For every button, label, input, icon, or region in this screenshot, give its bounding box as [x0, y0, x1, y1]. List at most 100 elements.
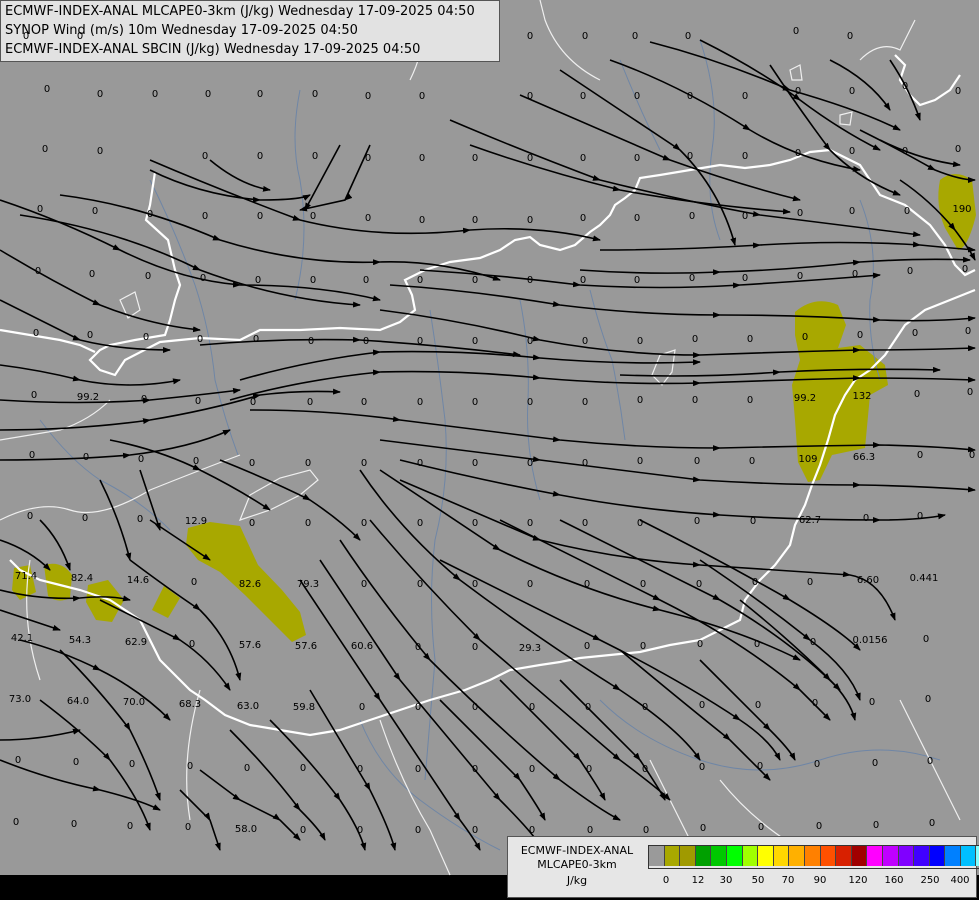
grid-value-label: 0 [792, 26, 800, 37]
grid-value-label: 0 [199, 273, 207, 284]
grid-value-label: 0 [968, 450, 976, 461]
grid-value-label: 0 [856, 330, 864, 341]
grid-value-label: 0 [961, 264, 969, 275]
grid-value-label: 0 [641, 702, 649, 713]
grid-value-label: 79.3 [296, 579, 320, 590]
grid-value-label: 0 [364, 91, 372, 102]
legend-tick-labels: 0 12 30 50 70 90 120 160 250 400 [648, 875, 978, 889]
grid-value-label: 0 [137, 454, 145, 465]
legend-tick: 90 [813, 875, 827, 886]
grid-value-label: 82.6 [238, 579, 262, 590]
grid-value-label: 0 [801, 332, 809, 343]
header-sbcin-line: ECMWF-INDEX-ANAL SBCIN (J/kg) Wednesday … [5, 42, 421, 57]
grid-value-label: 0 [916, 511, 924, 522]
grid-value-label: 0 [256, 89, 264, 100]
grid-value-label: 0.441 [909, 573, 939, 584]
grid-value-label: 0 [526, 153, 534, 164]
grid-value-label: 0 [28, 450, 36, 461]
grid-value-label: 0 [851, 269, 859, 280]
grid-value-label: 0 [307, 336, 315, 347]
grid-value-label: 0 [201, 151, 209, 162]
grid-value-label: 0 [526, 91, 534, 102]
legend-swatch [836, 846, 852, 866]
grid-value-label: 71.4 [14, 571, 38, 582]
grid-value-label: 132 [852, 391, 872, 402]
grid-value-label: 0 [813, 759, 821, 770]
grid-value-label: 0 [418, 91, 426, 102]
grid-value-label: 0 [698, 762, 706, 773]
grid-value-label: 62.7 [798, 515, 822, 526]
grid-value-label: 0 [526, 215, 534, 226]
grid-value-label: 0 [364, 153, 372, 164]
legend-swatch [929, 846, 946, 866]
grid-value-label: 0 [585, 764, 593, 775]
grid-value-label: 0 [471, 702, 479, 713]
grid-value-label: 68.3 [178, 699, 202, 710]
grid-value-label: 0 [642, 825, 650, 836]
grid-value-label: 0 [748, 456, 756, 467]
grid-value-label: 14.6 [126, 575, 150, 586]
grid-value-label: 0 [416, 518, 424, 529]
grid-value-label: 0 [757, 822, 765, 833]
grid-value-label: 0 [299, 825, 307, 836]
grid-value-label: 0 [304, 458, 312, 469]
grid-value-label: 0 [356, 764, 364, 775]
grid-value-label: 0 [868, 697, 876, 708]
map-canvas [0, 0, 979, 900]
grid-value-label: 0 [96, 89, 104, 100]
grid-value-label: 0 [128, 759, 136, 770]
grid-value-label: 0 [309, 275, 317, 286]
grid-value-label: 0 [639, 641, 647, 652]
grid-value-label: 0 [749, 516, 757, 527]
grid-value-label: 0 [579, 153, 587, 164]
grid-value-label: 0 [82, 452, 90, 463]
grid-value-label: 0 [633, 91, 641, 102]
grid-value-label: 99.2 [76, 392, 100, 403]
legend-tick: 0 [662, 875, 670, 886]
grid-value-label: 0 [362, 275, 370, 286]
grid-value-label: 0 [583, 579, 591, 590]
grid-value-label: 0 [581, 336, 589, 347]
grid-value-label: 0 [254, 275, 262, 286]
grid-value-label: 0 [794, 86, 802, 97]
grid-value-label: 0 [871, 758, 879, 769]
grid-value-label: 62.9 [124, 637, 148, 648]
grid-value-label: 0 [192, 456, 200, 467]
legend-tick: 30 [719, 875, 733, 886]
grid-value-label: 0 [72, 757, 80, 768]
grid-value-label: 0 [691, 395, 699, 406]
grid-value-label: 0 [806, 577, 814, 588]
legend-tick: 70 [781, 875, 795, 886]
grid-value-label: 0 [579, 91, 587, 102]
grid-value-label: 57.6 [238, 640, 262, 651]
grid-value-label: 0 [811, 698, 819, 709]
grid-value-label: 190 [952, 204, 972, 215]
grid-value-label: 0 [249, 397, 257, 408]
grid-value-label: 0 [691, 334, 699, 345]
grid-value-label: 0 [916, 450, 924, 461]
grid-value-label: 0 [252, 334, 260, 345]
grid-value-label: 0 [928, 818, 936, 829]
grid-value-label: 0 [471, 275, 479, 286]
grid-value-label: 0 [924, 694, 932, 705]
grid-value-label: 58.0 [234, 824, 258, 835]
grid-value-label: 0 [686, 151, 694, 162]
grid-value-label: 0 [794, 148, 802, 159]
grid-value-label: 0 [41, 144, 49, 155]
grid-value-label: 0 [906, 266, 914, 277]
grid-value-label: 0 [22, 31, 30, 42]
grid-value-label: 0 [528, 825, 536, 836]
grid-value-label: 0 [201, 211, 209, 222]
grid-value-label: 0 [636, 518, 644, 529]
grid-value-label: 0 [633, 275, 641, 286]
legend-swatch [804, 846, 821, 866]
weather-map: ECMWF-INDEX-ANAL MLCAPE0-3km (J/kg) Wedn… [0, 0, 979, 900]
legend-swatch [711, 846, 727, 866]
grid-value-label: 29.3 [518, 643, 542, 654]
grid-value-label: 0 [309, 211, 317, 222]
grid-value-label: 0 [754, 700, 762, 711]
grid-value-label: 0 [693, 516, 701, 527]
legend-tick: 160 [884, 875, 904, 886]
grid-value-label: 0 [633, 213, 641, 224]
grid-value-label: 0 [688, 211, 696, 222]
